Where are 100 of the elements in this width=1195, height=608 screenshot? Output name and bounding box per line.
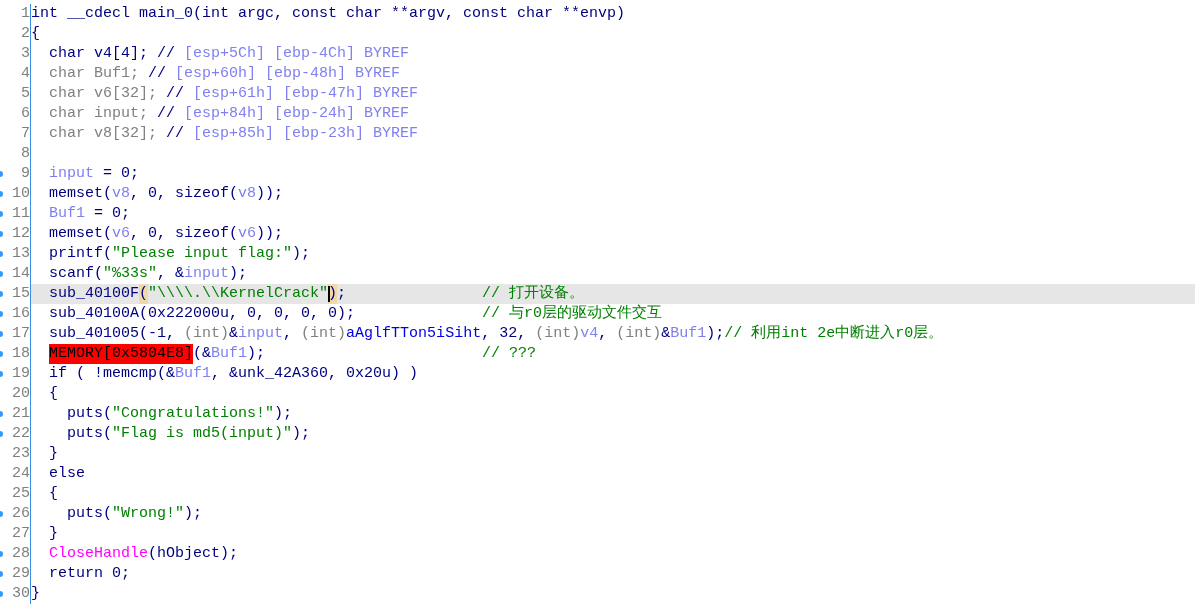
line-number: 23	[12, 445, 30, 462]
variable-name: [esp+5Ch] [ebp-4Ch] BYREF	[183, 44, 410, 64]
code-comment: // ???	[482, 344, 536, 364]
code-text: (int)	[535, 324, 581, 344]
line-number: 3	[21, 45, 30, 62]
code-text: (hObject);	[148, 544, 239, 564]
variable-name: input	[184, 264, 230, 284]
function-name: CloseHandle	[49, 544, 149, 564]
code-text: );	[274, 404, 293, 424]
line-number: 21	[12, 405, 30, 422]
line-number: 29	[12, 565, 30, 582]
code-text: sub_40100F	[49, 284, 139, 304]
code-text: );	[292, 244, 311, 264]
line-number: 10	[12, 185, 30, 202]
code-text: ));	[256, 184, 284, 204]
code-text: {	[49, 484, 58, 504]
code-text: = 0;	[102, 164, 140, 184]
line-number: 4	[21, 65, 30, 82]
line-number: 2	[21, 25, 30, 42]
code-text: memset(	[49, 224, 112, 244]
code-text: }	[31, 584, 40, 604]
code-comment: // 利用int 2e中断进入r0层。	[724, 324, 944, 344]
code-text: return 0;	[49, 564, 130, 584]
code-text: puts(	[67, 424, 112, 444]
code-text: {	[31, 24, 40, 44]
line-number: 12	[12, 225, 30, 242]
code-text: char v8[32];	[49, 124, 158, 144]
line-number: 15	[12, 285, 30, 302]
variable-name: input	[49, 164, 94, 184]
code-text: (int)	[301, 324, 347, 344]
matched-paren: (	[139, 284, 149, 304]
line-number: 11	[12, 205, 30, 222]
global-name: aAglfTTon5iSiht	[346, 324, 482, 344]
code-text: ,	[283, 324, 294, 344]
variable-name: v6	[238, 224, 257, 244]
line-number: 5	[21, 85, 30, 102]
code-text: if ( !memcmp(&	[49, 364, 176, 384]
line-number: 18	[12, 345, 30, 362]
code-text: {	[49, 384, 58, 404]
string-literal: "Flag is md5(input)"	[112, 424, 293, 444]
line-number: 20	[12, 385, 30, 402]
line-number: 16	[12, 305, 30, 322]
code-text: , 0, sizeof(	[130, 224, 239, 244]
line-number: 22	[12, 425, 30, 442]
code-text: printf(	[49, 244, 112, 264]
variable-name: Buf1	[670, 324, 707, 344]
code-text: &	[661, 324, 671, 344]
line-number: 8	[21, 145, 30, 162]
code-text: //	[156, 104, 176, 124]
variable-name: [esp+84h] [ebp-24h] BYREF	[183, 104, 410, 124]
line-number: 1	[21, 5, 30, 22]
code-text: //	[165, 124, 185, 144]
string-literal: "Congratulations!"	[112, 404, 275, 424]
variable-name: [esp+60h] [ebp-48h] BYREF	[174, 64, 401, 84]
variable-name: Buf1	[175, 364, 212, 384]
line-number: 27	[12, 525, 30, 542]
code-text: , &	[157, 264, 185, 284]
code-text: (int)	[184, 324, 230, 344]
line-number: 28	[12, 545, 30, 562]
code-text: sub_401005(-1,	[49, 324, 177, 344]
variable-name: Buf1	[49, 204, 85, 224]
variable-name: v4	[580, 324, 599, 344]
code-text: ;	[337, 284, 347, 304]
code-text: scanf(	[49, 264, 103, 284]
code-text: //	[165, 84, 185, 104]
code-text: , 32,	[481, 324, 528, 344]
variable-name: input	[238, 324, 284, 344]
line-number: 19	[12, 365, 30, 382]
line-number: 7	[21, 125, 30, 142]
line-number: 13	[12, 245, 30, 262]
string-literal: "Wrong!"	[112, 504, 185, 524]
line-number: 24	[12, 465, 30, 482]
code-text: puts(	[67, 504, 112, 524]
code-text: //	[147, 64, 167, 84]
code-text: ));	[256, 224, 284, 244]
code-text: else	[49, 464, 85, 484]
code-text: );	[184, 504, 203, 524]
line-number: 17	[12, 325, 30, 342]
code-comment: // 与r0层的驱动文件交互	[482, 304, 662, 324]
code-text: int __cdecl main_0(int argc, const char **argv, const char **envp)	[31, 4, 626, 24]
code-text: memset(	[49, 184, 112, 204]
code-text: (int)	[616, 324, 662, 344]
line-number: 14	[12, 265, 30, 282]
code-text: puts(	[67, 404, 112, 424]
string-literal: "%33s"	[103, 264, 158, 284]
variable-name: [esp+85h] [ebp-23h] BYREF	[192, 124, 419, 144]
matched-paren: )	[328, 284, 338, 304]
line-number: 9	[21, 165, 30, 182]
code-text: ,	[598, 324, 609, 344]
code-text: sub_40100A(0x222000u, 0, 0, 0, 0);	[49, 304, 356, 324]
code-text: );	[292, 424, 311, 444]
line-number: 6	[21, 105, 30, 122]
code-text: );	[229, 264, 248, 284]
code-text: (&	[193, 344, 212, 364]
code-text: char Buf1;	[49, 64, 139, 84]
code-comment: // 打开设备。	[482, 284, 584, 304]
variable-name: v8	[112, 184, 131, 204]
code-text: );	[706, 324, 725, 344]
string-literal: "\\\\.\\KernelCrack"	[148, 284, 329, 304]
code-text: }	[49, 444, 58, 464]
